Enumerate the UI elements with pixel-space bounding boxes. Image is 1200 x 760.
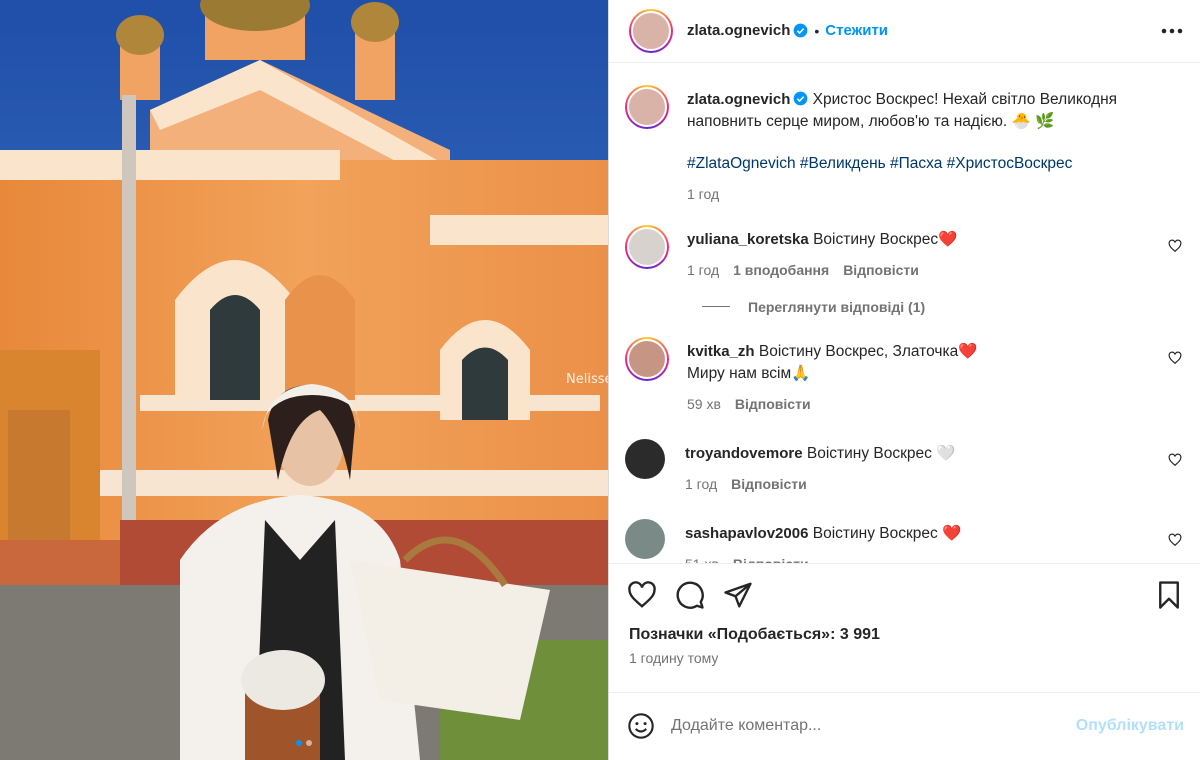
- post-actions-bar: [609, 563, 1200, 626]
- commenter-username[interactable]: yuliana_koretska: [687, 231, 809, 248]
- add-comment-bar: Опублікувати: [609, 691, 1200, 760]
- view-replies-label[interactable]: Переглянути відповіді (1): [748, 299, 925, 315]
- verified-badge-icon: [793, 23, 808, 38]
- like-heart-icon[interactable]: [627, 580, 657, 610]
- emoji-smiley-icon[interactable]: [627, 712, 655, 740]
- comment-time[interactable]: 59 хв: [687, 393, 721, 415]
- comment-text: Воістину Воскрес❤️: [813, 230, 958, 248]
- follow-button[interactable]: Стежити: [825, 22, 888, 39]
- carousel-dots[interactable]: [0, 740, 608, 746]
- commenter-avatar[interactable]: [625, 518, 665, 559]
- like-comment-heart-icon[interactable]: [1168, 453, 1182, 467]
- replies-divider: [702, 306, 730, 308]
- comment-text-line2: Миру нам всім🙏: [687, 364, 811, 382]
- caption-avatar[interactable]: [625, 84, 669, 129]
- post-side-panel: zlata.ognevich • Стежити zlata.ognevich: [608, 0, 1200, 760]
- reply-button[interactable]: Відповісти: [735, 393, 811, 415]
- carousel-dot[interactable]: [296, 740, 302, 746]
- author-username[interactable]: zlata.ognevich: [687, 22, 790, 39]
- comment-time[interactable]: 51 хв: [685, 553, 719, 564]
- commenter-username[interactable]: troyandovemore: [685, 445, 803, 462]
- comment-time[interactable]: 1 год: [685, 473, 717, 495]
- verified-badge-icon: [793, 91, 808, 105]
- reply-button[interactable]: Відповісти: [733, 553, 809, 564]
- commenter-avatar[interactable]: [625, 224, 669, 269]
- comment-item: kvitka_zh Воістину Воскрес, Златочка❤️ М…: [625, 336, 1182, 415]
- reply-button[interactable]: Відповісти: [731, 473, 807, 495]
- post-header: zlata.ognevich • Стежити: [609, 0, 1200, 63]
- post-photo[interactable]: Nelisse.com: [0, 0, 608, 760]
- author-avatar[interactable]: [629, 8, 673, 53]
- comments-list[interactable]: zlata.ognevich Христос Воскрес! Нехай св…: [609, 63, 1200, 564]
- comment-likes[interactable]: 1 вподобання: [733, 259, 829, 281]
- likes-count[interactable]: Позначки «Подобається»: 3 991: [609, 626, 1200, 644]
- caption-hashtags[interactable]: #ZlataOgnevich #Великдень #Пасха #Христо…: [687, 153, 1182, 175]
- like-comment-heart-icon[interactable]: [1168, 533, 1182, 547]
- like-comment-heart-icon[interactable]: [1168, 351, 1182, 365]
- caption-username[interactable]: zlata.ognevich: [687, 91, 790, 108]
- photo-illustration: [0, 0, 608, 760]
- commenter-username[interactable]: kvitka_zh: [687, 343, 755, 360]
- comment-text: Воістину Воскрес 🤍: [806, 444, 956, 462]
- add-comment-input[interactable]: [671, 717, 1076, 736]
- view-replies-button[interactable]: Переглянути відповіді (1): [702, 299, 1182, 315]
- more-options-icon[interactable]: [1160, 19, 1184, 43]
- comment-item: yuliana_koretska Воістину Воскрес❤️ 1 го…: [625, 224, 1182, 281]
- commenter-avatar[interactable]: [625, 336, 669, 381]
- commenter-username[interactable]: sashapavlov2006: [685, 525, 808, 542]
- separator-dot: •: [814, 22, 820, 39]
- comment-item: sashapavlov2006 Воістину Воскрес ❤️ 51 х…: [625, 518, 1182, 564]
- comment-text: Воістину Воскрес, Златочка❤️: [758, 342, 978, 360]
- caption-time[interactable]: 1 год: [687, 183, 719, 205]
- carousel-dot[interactable]: [306, 740, 312, 746]
- share-paper-plane-icon[interactable]: [723, 580, 753, 610]
- comment-time[interactable]: 1 год: [687, 259, 719, 281]
- caption: zlata.ognevich Христос Воскрес! Нехай св…: [625, 84, 1182, 205]
- instagram-post: Nelisse.com zlata.ognevich • Стежити: [0, 0, 1200, 760]
- post-timestamp[interactable]: 1 годину тому: [609, 644, 1200, 666]
- comment-item: troyandovemore Воістину Воскрес 🤍 1 год …: [625, 438, 1182, 495]
- comment-bubble-icon[interactable]: [675, 580, 705, 610]
- comment-text: Воістину Воскрес ❤️: [812, 524, 962, 542]
- photo-watermark: Nelisse.com: [566, 372, 608, 387]
- like-comment-heart-icon[interactable]: [1168, 239, 1182, 253]
- reply-button[interactable]: Відповісти: [843, 259, 919, 281]
- publish-comment-button[interactable]: Опублікувати: [1076, 717, 1184, 735]
- commenter-avatar[interactable]: [625, 438, 665, 479]
- save-bookmark-icon[interactable]: [1154, 580, 1184, 610]
